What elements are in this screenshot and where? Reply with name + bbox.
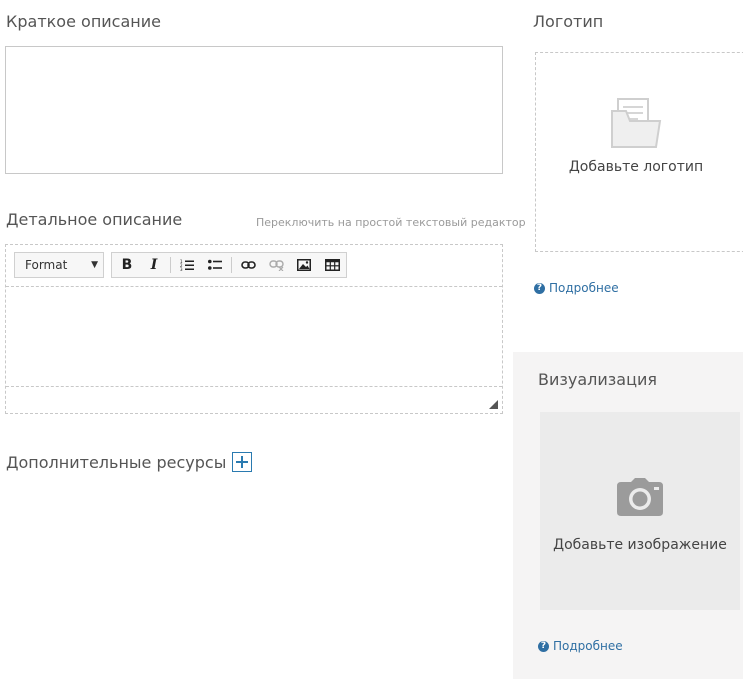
visualization-more-link[interactable]: ? Подробнее [538,639,623,653]
toolbar-separator [170,257,171,273]
formatting-button-group: B I 1 2 3 [111,252,347,278]
short-description-label: Краткое описание [6,12,161,31]
visualization-dropzone[interactable]: Добавьте изображение [540,412,740,610]
editor-statusbar [6,386,502,413]
table-button[interactable] [322,256,342,274]
italic-button[interactable]: I [144,256,164,274]
format-select[interactable]: Format ▼ [14,252,104,278]
help-icon: ? [534,282,545,294]
camera-icon [617,478,663,516]
detailed-description-label: Детальное описание [6,210,183,229]
image-icon [297,259,311,271]
unlink-icon [268,260,284,271]
visualization-dropzone-text: Добавьте изображение [553,537,727,553]
unlink-button[interactable] [266,256,286,274]
caret-down-icon: ▼ [91,260,98,270]
editor-content-area[interactable] [6,287,502,387]
visualization-more-link-label: Подробнее [553,639,623,653]
toolbar-separator [231,257,232,273]
resize-handle-icon[interactable] [489,400,498,409]
visualization-label: Визуализация [538,370,658,389]
switch-plain-editor-link[interactable]: Переключить на простой текстовый редакто… [256,216,526,229]
logo-dropzone[interactable]: Добавьте логотип [535,52,743,252]
link-button[interactable] [238,256,258,274]
ordered-list-button[interactable]: 1 2 3 [177,256,197,274]
short-description-textarea[interactable] [5,46,503,174]
link-icon [240,261,256,269]
visualization-panel: Визуализация Добавьте изображение ? Подр… [513,352,743,679]
help-icon: ? [538,640,549,652]
table-icon [324,259,340,271]
additional-resources-label: Дополнительные ресурсы [6,453,227,472]
logo-dropzone-text: Добавьте логотип [568,159,704,175]
folder-document-icon [611,98,662,148]
logo-label: Логотип [533,12,604,31]
image-button[interactable] [294,256,314,274]
editor-toolbar: Format ▼ B I 1 2 3 [6,245,502,287]
svg-text:3: 3 [180,267,183,271]
rich-text-editor: Format ▼ B I 1 2 3 [5,244,503,414]
add-resource-button[interactable] [232,452,252,472]
logo-more-link-label: Подробнее [549,281,619,295]
bullet-list-button[interactable] [205,256,225,274]
ordered-list-icon: 1 2 3 [180,259,194,271]
bold-icon: B [121,257,133,273]
logo-more-link[interactable]: ? Подробнее [534,281,619,295]
italic-icon: I [150,257,158,273]
format-select-value: Format [25,258,68,272]
bullet-list-icon [208,259,222,270]
bold-button[interactable]: B [117,256,137,274]
